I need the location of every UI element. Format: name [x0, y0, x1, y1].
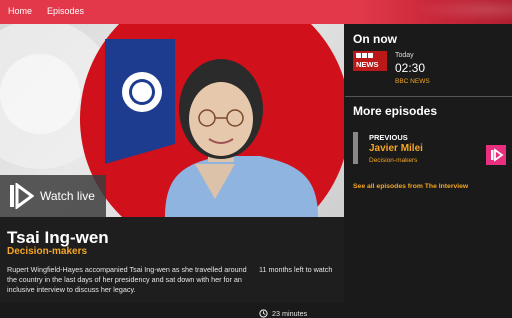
availability-text: 11 months left to watch [259, 265, 333, 274]
more-episodes-heading: More episodes [353, 104, 438, 118]
episode-duration: 23 minutes [259, 309, 307, 318]
watch-live-label: Watch live [40, 189, 95, 203]
previous-episode-play-button[interactable] [486, 145, 506, 165]
iplayer-icon [10, 183, 34, 209]
top-nav-bar: Home Episodes [0, 0, 512, 24]
nav-episodes-link[interactable]: Episodes [47, 6, 84, 16]
play-icon [491, 148, 504, 162]
previous-episode-series: Decision-makers [369, 157, 418, 164]
episode-title: Tsai Ing-wen [7, 228, 109, 247]
on-now-channel[interactable]: BBC NEWS [395, 78, 430, 85]
nav-home-link[interactable]: Home [8, 6, 32, 16]
bbc-news-logo: NEWS [353, 51, 387, 71]
previous-episode-link[interactable]: Javier Milei [369, 143, 423, 154]
divider [345, 96, 512, 97]
sidebar: On now NEWS Today 02:30 BBC NEWS More ep… [345, 24, 512, 303]
main-content: Watch live Tsai Ing-wen Decision-makers … [0, 24, 344, 318]
episode-series[interactable]: Decision-makers [7, 246, 87, 257]
header-decoration [402, 0, 512, 24]
see-all-episodes-link[interactable]: See all episodes from The Interview [353, 183, 468, 190]
on-now-heading: On now [353, 32, 397, 46]
watch-live-button[interactable]: Watch live [0, 175, 106, 217]
previous-label: PREVIOUS [369, 133, 408, 142]
on-now-day: Today [395, 52, 414, 59]
bbc-news-logo-text: NEWS [356, 60, 379, 69]
clock-icon [259, 309, 268, 318]
on-now-time: 02:30 [395, 61, 426, 75]
episode-description: Rupert Wingfield-Hayes accompanied Tsai … [7, 265, 247, 294]
duration-label: 23 minutes [272, 309, 308, 318]
previous-episode-marker [353, 132, 358, 164]
hero-image[interactable]: Watch live [0, 24, 344, 217]
